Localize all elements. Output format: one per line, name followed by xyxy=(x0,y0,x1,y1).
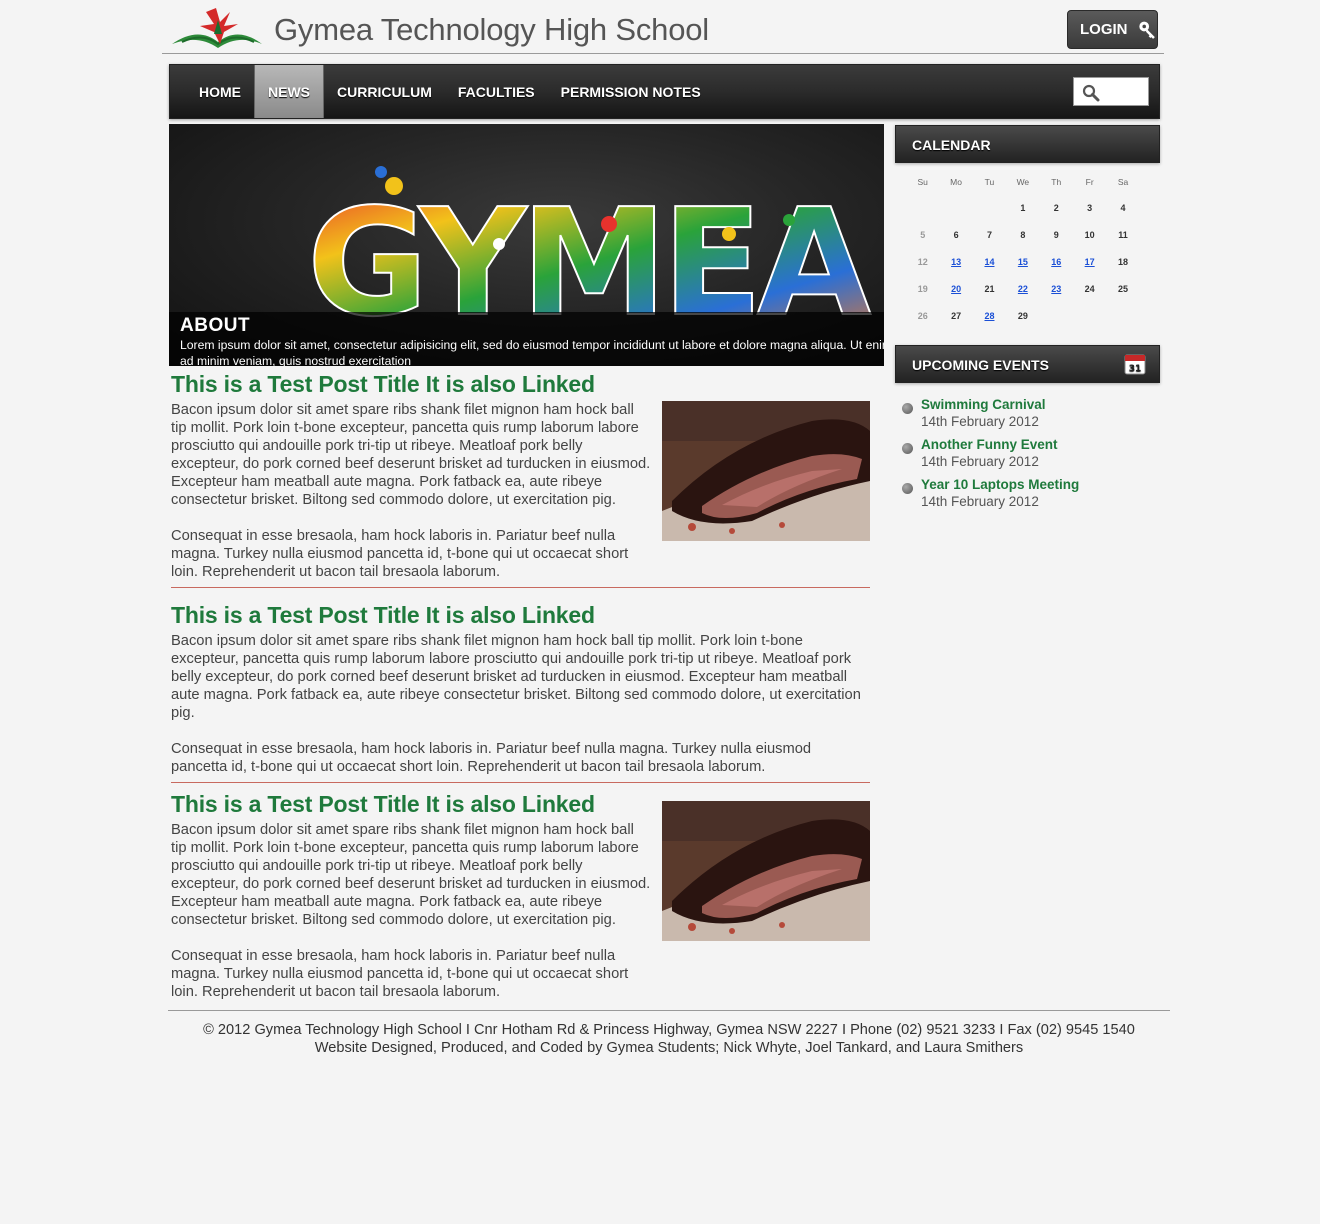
calendar-icon-day: 31 xyxy=(1129,364,1142,374)
footer-divider xyxy=(168,1010,1170,1011)
weekday-label: Su xyxy=(917,177,928,187)
calendar-day: 1 xyxy=(1020,202,1026,213)
login-button[interactable]: LOGIN xyxy=(1067,10,1158,49)
key-icon xyxy=(1138,21,1155,39)
post-title-link[interactable]: This is a Test Post Title It is also Lin… xyxy=(171,371,595,398)
calendar-day[interactable]: 16 xyxy=(1040,257,1073,267)
post-body: Consequat in esse bresaola, ham hock lab… xyxy=(171,741,812,775)
calendar-day: 18 xyxy=(1118,256,1129,267)
nav-items: HOME NEWS CURRICULUM FACULTIES PERMISSIO… xyxy=(186,65,714,118)
event-title-link[interactable]: Year 10 Laptops Meeting xyxy=(921,477,1079,492)
footer-credits: Website Designed, Produced, and Coded by… xyxy=(314,1040,1024,1056)
calendar-heading-label: CALENDAR xyxy=(912,137,991,153)
calendar-day[interactable]: 13 xyxy=(939,257,972,267)
calendar-day[interactable]: 17 xyxy=(1073,257,1106,267)
calendar-day: 3 xyxy=(1087,202,1093,213)
calendar-day: 27 xyxy=(951,310,962,321)
nav-item-curriculum[interactable]: CURRICULUM xyxy=(324,65,445,118)
event-date: 14th February 2012 xyxy=(921,414,1039,429)
calendar-day: 19 xyxy=(917,283,928,294)
site-title: Gymea Technology High School xyxy=(274,12,709,47)
nav-item-faculties[interactable]: FACULTIES xyxy=(445,65,548,118)
calendar-widget: Su Mo Tu We Th Fr Sa 1 2 3 4 5 6 7 8 9 10 11 12 13 14… xyxy=(906,170,1140,329)
post-body: Consequat in esse bresaola, ham hock lab… xyxy=(171,528,629,580)
events-heading: UPCOMING EVENTS 31 xyxy=(895,345,1160,383)
calendar-week-row: 19 20 21 22 23 24 25 xyxy=(906,275,1140,302)
weekday-label: Th xyxy=(1051,177,1062,187)
post-body: Bacon ipsum dolor sit amet spare ribs sh… xyxy=(171,402,651,508)
calendar-day[interactable]: 15 xyxy=(1006,257,1039,267)
nav-item-home[interactable]: HOME xyxy=(186,65,254,118)
banner-caption: ABOUT Lorem ipsum dolor sit amet, consec… xyxy=(169,312,884,366)
calendar-week-row: 12 13 14 15 16 17 18 xyxy=(906,248,1140,275)
event-date: 14th February 2012 xyxy=(921,454,1039,469)
banner-caption-title: ABOUT xyxy=(180,315,251,336)
nav-item-permission-notes[interactable]: PERMISSION NOTES xyxy=(548,65,714,118)
calendar-day: 25 xyxy=(1118,283,1129,294)
post-title-link[interactable]: This is a Test Post Title It is also Lin… xyxy=(171,791,595,818)
events-heading-label: UPCOMING EVENTS xyxy=(912,357,1049,373)
post-body: Bacon ipsum dolor sit amet spare ribs sh… xyxy=(171,633,861,721)
calendar-week-row: 1 2 3 4 xyxy=(906,194,1140,221)
footer-contact: © 2012 Gymea Technology High School I Cn… xyxy=(203,1022,1135,1038)
post-divider xyxy=(171,782,870,783)
bullet-icon xyxy=(902,483,913,494)
calendar-week-row: 5 6 7 8 9 10 11 xyxy=(906,221,1140,248)
weekday-label: Tu xyxy=(984,177,995,187)
calendar-day: 4 xyxy=(1120,202,1126,213)
calendar-week-row: 26 27 28 29 xyxy=(906,302,1140,329)
weekday-label: Fr xyxy=(1085,177,1094,187)
nav-item-news[interactable]: NEWS xyxy=(254,65,324,118)
search-box[interactable] xyxy=(1073,77,1149,106)
calendar-day: 21 xyxy=(984,283,995,294)
calendar-day[interactable]: 20 xyxy=(939,284,972,294)
event-title-link[interactable]: Another Funny Event xyxy=(921,437,1058,452)
calendar-day: 8 xyxy=(1020,229,1026,240)
calendar-day: 5 xyxy=(920,229,926,240)
calendar-day: 24 xyxy=(1084,283,1095,294)
calendar-day: 12 xyxy=(917,256,928,267)
calendar-day: 10 xyxy=(1084,229,1095,240)
event-title-link[interactable]: Swimming Carnival xyxy=(921,397,1046,412)
post-body: Bacon ipsum dolor sit amet spare ribs sh… xyxy=(171,822,651,928)
hero-banner[interactable]: GYMEA ABOUT Lorem ipsum dolor sit amet, … xyxy=(169,124,884,366)
calendar-day: 7 xyxy=(986,229,992,240)
login-label: LOGIN xyxy=(1080,21,1128,38)
calendar-day[interactable]: 28 xyxy=(973,311,1006,321)
search-input[interactable] xyxy=(1104,80,1146,103)
calendar-day: 6 xyxy=(953,229,959,240)
calendar-day[interactable]: 14 xyxy=(973,257,1006,267)
banner-caption-text: Lorem ipsum dolor sit amet, consectetur … xyxy=(180,338,884,366)
main-nav: HOME NEWS CURRICULUM FACULTIES PERMISSIO… xyxy=(169,64,1160,119)
calendar-heading: CALENDAR xyxy=(895,125,1160,163)
calendar-day: 26 xyxy=(917,310,928,321)
site-header: Gymea Technology High School LOGIN xyxy=(162,0,1164,54)
calendar-day: 9 xyxy=(1053,229,1059,240)
calendar-weekday-row: Su Mo Tu We Th Fr Sa xyxy=(906,170,1140,194)
post-title-link[interactable]: This is a Test Post Title It is also Lin… xyxy=(171,602,595,629)
search-icon xyxy=(1082,84,1100,102)
calendar-day: 29 xyxy=(1017,310,1028,321)
calendar-day: 11 xyxy=(1118,229,1128,240)
post-thumbnail[interactable] xyxy=(662,801,870,941)
event-date: 14th February 2012 xyxy=(921,494,1039,509)
weekday-label: Mo xyxy=(950,177,962,187)
bullet-icon xyxy=(902,443,913,454)
post-divider xyxy=(171,587,870,588)
calendar-day[interactable]: 23 xyxy=(1040,284,1073,294)
site-footer: © 2012 Gymea Technology High School I Cn… xyxy=(168,1021,1170,1057)
school-logo[interactable] xyxy=(168,4,266,50)
calendar-icon: 31 xyxy=(1124,354,1146,375)
post-body: Consequat in esse bresaola, ham hock lab… xyxy=(171,948,629,1000)
calendar-day[interactable]: 22 xyxy=(1006,284,1039,294)
post-thumbnail[interactable] xyxy=(662,401,870,541)
weekday-label: We xyxy=(1016,177,1030,187)
bullet-icon xyxy=(902,403,913,414)
weekday-label: Sa xyxy=(1117,177,1129,187)
calendar-day: 2 xyxy=(1053,202,1059,213)
